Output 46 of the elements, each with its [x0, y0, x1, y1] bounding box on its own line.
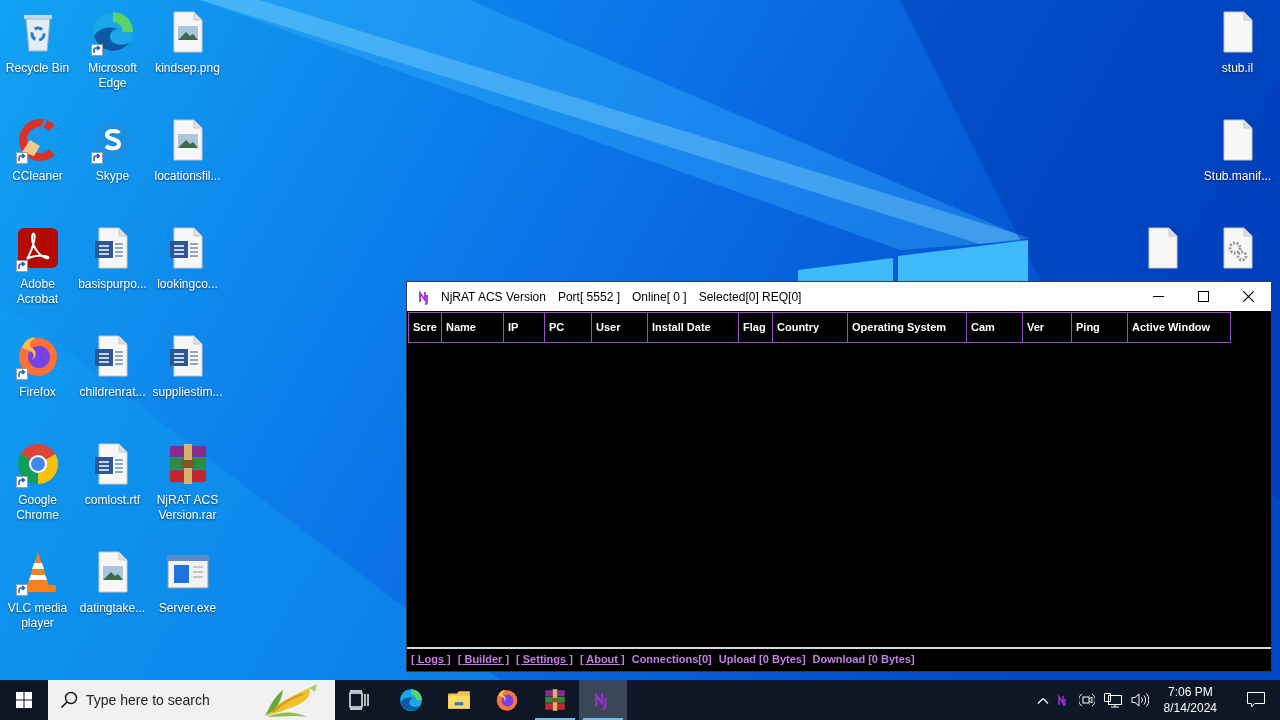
network-icon[interactable]	[1103, 692, 1122, 708]
icon-label[interactable]: stub.il	[1221, 61, 1254, 76]
column-header[interactable]: PC	[545, 312, 592, 343]
search-icon	[60, 691, 78, 709]
status-text: Upload [0 Bytes]	[718, 653, 806, 665]
column-header[interactable]: Name	[442, 312, 504, 343]
status-text: Connections[0]	[631, 653, 712, 665]
camera-icon[interactable]	[1078, 692, 1095, 708]
column-header[interactable]: Cam	[967, 312, 1023, 343]
status-text: Port[ 5552 ]	[557, 289, 620, 304]
column-header[interactable]: Operating System	[848, 312, 967, 343]
maximize-icon	[1198, 291, 1209, 302]
footer-link[interactable]: [ Logs ]	[411, 653, 451, 665]
minimize-icon	[1153, 296, 1164, 297]
clock-button[interactable]: 7:06 PM 8/14/2024	[1157, 684, 1223, 716]
notification-icon	[1247, 692, 1265, 708]
book-stack-icon	[542, 687, 568, 713]
column-header[interactable]: Ver	[1023, 312, 1072, 343]
close-icon	[1243, 291, 1254, 302]
task-view-icon	[349, 690, 371, 710]
column-header[interactable]: Flag	[739, 312, 773, 343]
column-header[interactable]: User	[592, 312, 648, 343]
column-header[interactable]: IP	[504, 312, 545, 343]
column-header[interactable]: Install Date	[648, 312, 739, 343]
window-title: NjRAT ACS Version	[441, 289, 546, 304]
footer-link[interactable]: [ About ]	[579, 653, 625, 665]
icon-label[interactable]: Stub.manif...	[1203, 169, 1272, 184]
column-header[interactable]: Ping	[1072, 312, 1128, 343]
status-text: Online[ 0 ]	[632, 289, 687, 304]
status-text: Download [0 Bytes]	[812, 653, 915, 665]
column-header[interactable]: Active Window	[1128, 312, 1231, 343]
windows-logo-icon	[16, 692, 32, 708]
fox-globe-icon	[494, 687, 520, 713]
status-text: Selected[0] REQ[0]	[698, 289, 802, 304]
column-header[interactable]: Scre	[408, 312, 442, 343]
icon-label[interactable]: suppliestim...	[152, 385, 223, 400]
swirl-logo-icon	[398, 687, 424, 713]
volume-icon[interactable]	[1130, 692, 1149, 708]
icon-label[interactable]: lookingco...	[157, 277, 218, 292]
footer-link[interactable]: [ Settings ]	[516, 653, 573, 665]
footer-link[interactable]: [ Builder ]	[457, 653, 510, 665]
icon-label[interactable]: Server.exe	[158, 601, 217, 616]
search-bar[interactable]: Type here to search	[48, 680, 335, 720]
column-header[interactable]: Country	[773, 312, 848, 343]
search-input[interactable]: Type here to search	[86, 692, 263, 708]
chevron-up-icon[interactable]	[1036, 696, 1049, 704]
